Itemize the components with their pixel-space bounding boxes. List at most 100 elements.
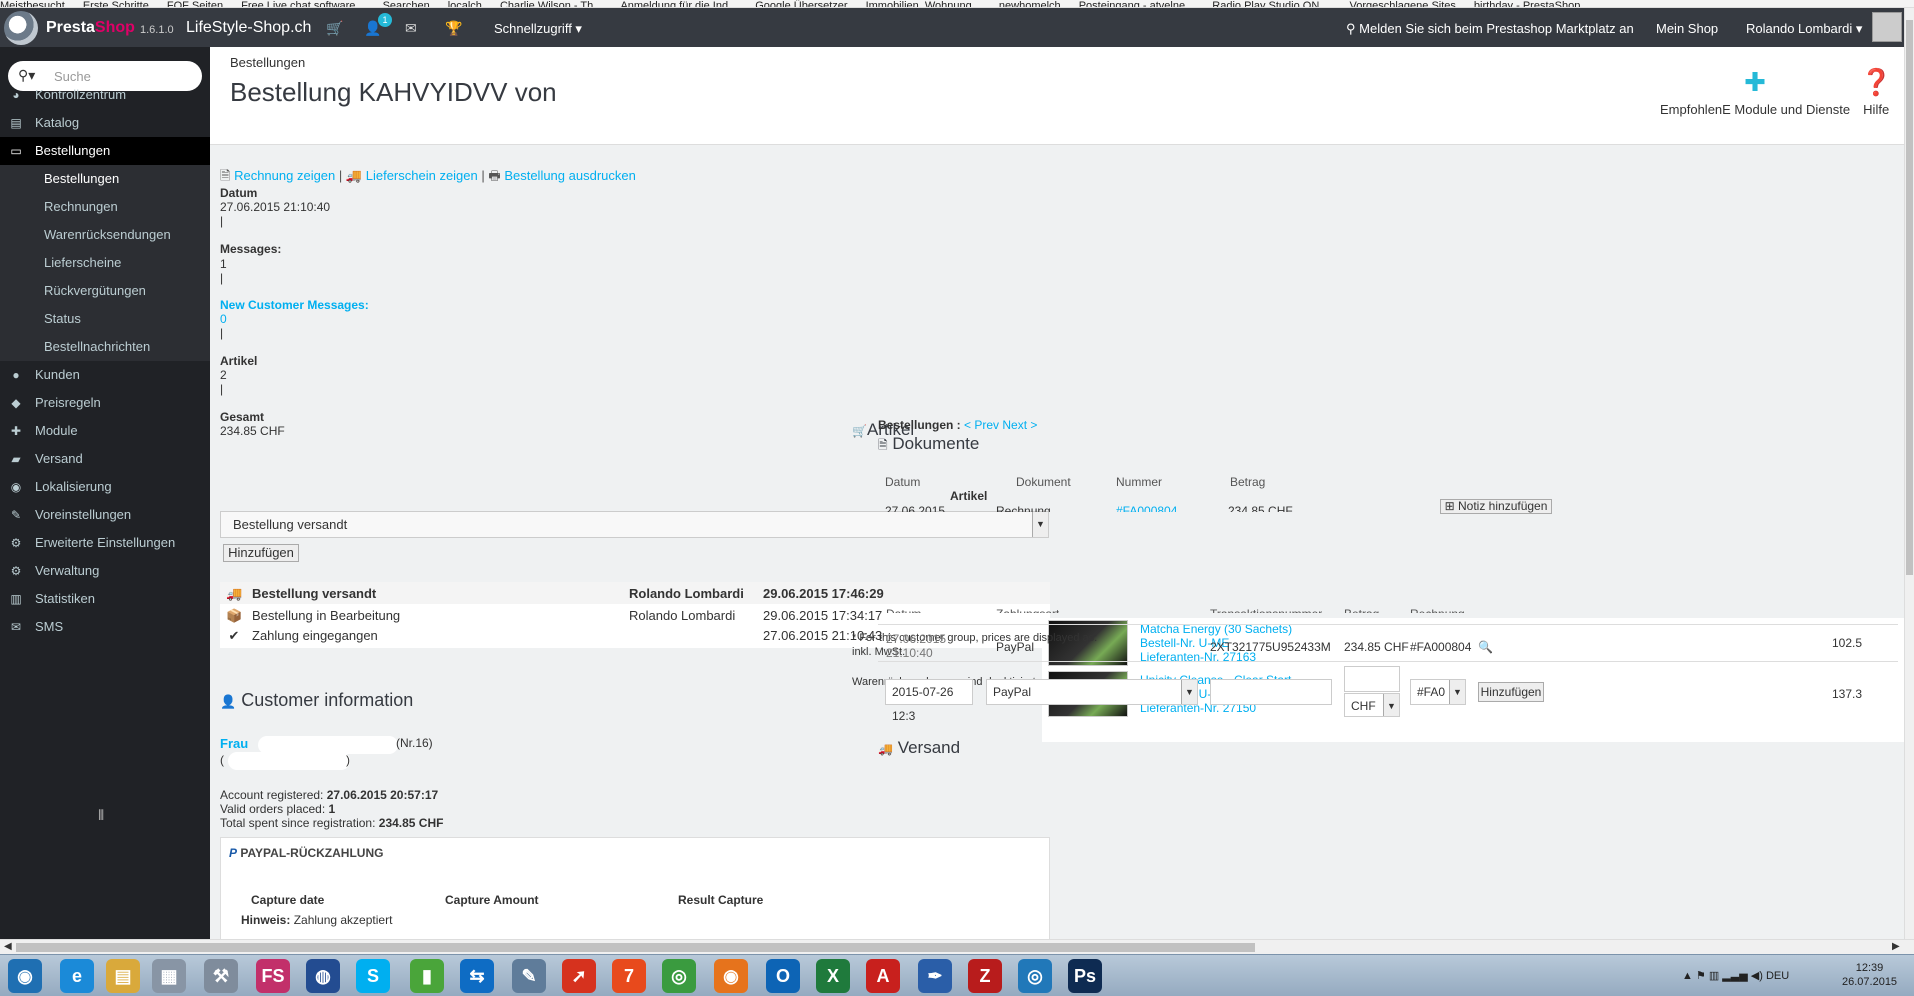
chrome-icon[interactable]: ◎ [662,959,696,993]
sidebar-item-versand[interactable]: ▰ Versand [0,445,210,473]
clock[interactable]: 12:39 26.07.2015 [1842,961,1897,989]
sidebar-item-voreinstellungen[interactable]: ✎ Voreinstellungen [0,501,210,529]
sidebar-item-erweiterte-einstellungen[interactable]: ⚙ Erweiterte Einstellungen [0,529,210,557]
messages-icon[interactable]: ✉ [405,20,417,37]
photoshop-icon[interactable]: Ps [1068,959,1102,993]
trophy-icon[interactable]: 🏆 [445,20,462,37]
separator: | [220,271,224,285]
help-button[interactable]: ❓ Hilfe [1860,67,1892,117]
status-icon: 🚚 [226,586,243,601]
add-payment-button[interactable]: Hinzufügen [1478,682,1544,702]
my-shop-link[interactable]: Mein Shop [1656,21,1718,36]
sidebar-item-kontrollzentrum[interactable]: ◕ Kontrollzentrum [0,81,210,109]
paypal-refund-panel: P PAYPAL-RÜCKZAHLUNG Capture date Captur… [220,837,1050,939]
horizontal-scrollbar[interactable]: ◀ ▶ [0,939,1914,954]
sidebar-item-lokalisierung[interactable]: ◉ Lokalisierung [0,473,210,501]
sidebar-item-kunden[interactable]: ● Kunden [0,361,210,389]
system-tray[interactable]: ▲ ⚑ ▥ ▂▃▅ ◀) DEU [1682,969,1789,982]
order-status-select[interactable]: Bestellung versandt ▼ [220,511,1049,538]
divider [878,624,1898,625]
add-status-button[interactable]: Hinzufügen [223,544,299,562]
products-label: Artikel [220,354,258,368]
filezilla-icon[interactable]: Z [968,959,1002,993]
recommended-modules-button[interactable]: ✚ EmpfohlenE Module und Dienste [1660,67,1850,117]
show-invoice-link[interactable]: Rechnung zeigen [234,168,335,183]
document-links: 🗎 Rechnung zeigen | 🚚 Lieferschein zeige… [220,168,636,183]
user-avatar[interactable] [1872,12,1902,42]
invoice-select[interactable]: #FA0 ▼ [1410,679,1466,705]
sidebar-subitem-bestellungen[interactable]: Bestellungen [0,165,210,193]
shop-name-link[interactable]: LifeStyle-Shop.ch [186,19,311,37]
pen-app-icon[interactable]: ✒ [918,959,952,993]
internet-explorer-icon[interactable]: e [60,959,94,993]
sidebar-subitem-status[interactable]: Status [0,305,210,333]
sidebar-item-verwaltung[interactable]: ⚙ Verwaltung [0,557,210,585]
next-order-link[interactable]: Next > [1002,418,1037,432]
arrow-app-icon[interactable]: ➚ [562,959,596,993]
new-payment-amount-input[interactable] [1344,666,1400,692]
currency-select[interactable]: CHF ▼ [1344,693,1400,717]
scroll-right-icon[interactable]: ▶ [1892,941,1900,952]
skype-icon[interactable]: S [356,959,390,993]
magnifier-icon[interactable]: 🔍 [1478,640,1493,654]
chevron-down-icon: ▼ [1449,680,1465,704]
start-icon[interactable]: ◉ [8,959,42,993]
seven-app-icon[interactable]: 7 [612,959,646,993]
new-payment-transaction-input[interactable] [1210,679,1332,705]
print-order-link[interactable]: Bestellung ausdrucken [504,168,636,183]
new-messages-value[interactable]: 0 [220,312,227,326]
circle-app-icon[interactable]: ◍ [306,959,340,993]
new-payment-method-select[interactable]: PayPal ▼ [986,679,1198,705]
new-messages-label[interactable]: New Customer Messages: [220,298,369,312]
pay-col-txn: Transaktionsnummer [1210,607,1322,613]
outlook-icon[interactable]: O [766,959,800,993]
user-menu-dropdown[interactable]: Rolando Lombardi ▾ [1746,21,1862,37]
sidebar-item-katalog[interactable]: ▤ Katalog [0,109,210,137]
sidebar-subitem-rechnungen[interactable]: Rechnungen [0,193,210,221]
shopping-bag-icon[interactable]: ▮ [410,959,444,993]
menu-icon: ◆ [11,396,21,410]
teamviewer-icon[interactable]: ⇆ [460,959,494,993]
sidebar-subitem-bestellnachrichten[interactable]: Bestellnachrichten [0,333,210,361]
file-explorer-icon[interactable]: ▤ [106,959,140,993]
email-open-paren: ( [220,753,224,767]
doc-col-date: Datum [885,475,921,489]
scroll-left-icon[interactable]: ◀ [4,941,12,952]
notepad-icon[interactable]: ✎ [512,959,546,993]
prev-order-link[interactable]: < Prev [964,418,999,432]
sidebar-item-preisregeln[interactable]: ◆ Preisregeln [0,389,210,417]
sidebar-subitem-r-ckverg-tungen[interactable]: Rückvergütungen [0,277,210,305]
show-delivery-slip-link[interactable]: Lieferschein zeigen [366,168,478,183]
fs-app-icon[interactable]: FS [256,959,290,993]
sidebar-item-bestellungen[interactable]: ▭ Bestellungen [0,137,210,165]
products-value: 2 [220,368,227,382]
acrobat-icon[interactable]: A [866,959,900,993]
vertical-scrollbar[interactable] [1904,8,1914,939]
shipping-heading: 🚚 Versand [878,738,961,757]
dial-app-icon[interactable]: ◎ [1018,959,1052,993]
sidebar-collapse-icon[interactable]: ⦀ [98,807,104,824]
date-label: Datum [220,186,258,200]
total-value: 234.85 CHF [220,424,285,438]
add-note-button[interactable]: ⊞ Notiz hinzufügen [1440,499,1552,514]
excel-icon[interactable]: X [816,959,850,993]
sidebar-subitem-lieferscheine[interactable]: Lieferscheine [0,249,210,277]
quick-access-dropdown[interactable]: Schnellzugriff ▾ [494,21,582,37]
tool-icon[interactable]: ⚒ [204,959,238,993]
top-navbar: PrestaShop 1.6.1.0 LifeStyle-Shop.ch 🛒 👤… [0,8,1904,47]
marketplace-login-link[interactable]: ⚲ Melden Sie sich beim Prestashop Marktp… [1346,21,1634,37]
sidebar-item-sms[interactable]: ✉ SMS [0,613,210,641]
account-registered: Account registered: 27.06.2015 20:57:17 [220,788,439,802]
prestashop-logo-icon[interactable] [4,11,38,45]
doc-number-link[interactable]: #FA000804 [1116,504,1177,512]
firefox-icon[interactable]: ◉ [714,959,748,993]
calculator-icon[interactable]: ▦ [152,959,186,993]
sidebar-item-label: Katalog [35,115,80,130]
sidebar-item-module[interactable]: ✚ Module [0,417,210,445]
customer-name-link[interactable]: Frau [220,736,248,751]
sidebar-subitem-warenr-cksendungen[interactable]: Warenrücksendungen [0,221,210,249]
new-payment-date-input[interactable]: 2015-07-26 12:3 [885,679,973,723]
sidebar-item-statistiken[interactable]: ▥ Statistiken [0,585,210,613]
cart-icon[interactable]: 🛒 [326,20,343,37]
breadcrumb[interactable]: Bestellungen [230,55,305,70]
